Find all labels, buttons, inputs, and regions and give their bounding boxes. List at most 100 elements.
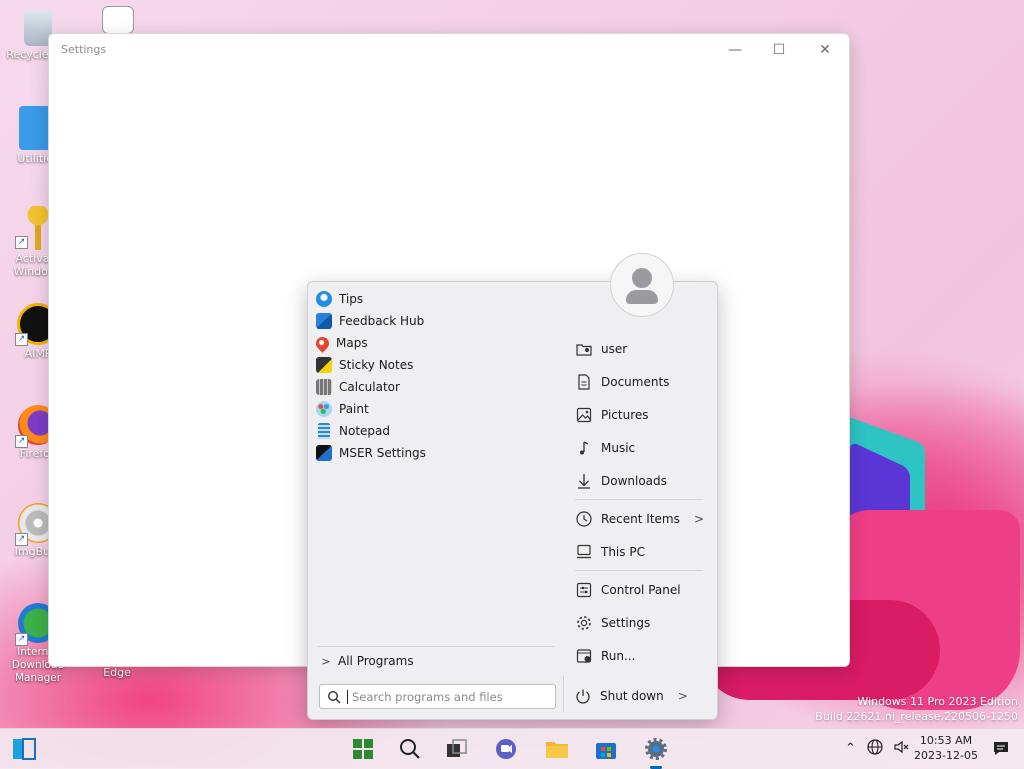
maps-icon <box>313 333 332 353</box>
program-calculator[interactable]: Calculator <box>316 376 556 398</box>
clock-icon <box>575 510 593 528</box>
right-item-label: This PC <box>601 544 645 559</box>
right-item-label: Pictures <box>601 407 649 422</box>
divider <box>575 570 703 571</box>
program-paint[interactable]: Paint <box>316 398 556 420</box>
os-watermark: Windows 11 Pro 2023 Edition Build 22621.… <box>815 694 1018 724</box>
window-title: Settings <box>61 43 107 56</box>
clock-time: 10:53 AM <box>919 734 973 747</box>
desktop-icon-label: Edge <box>103 666 131 679</box>
program-notepad[interactable]: Notepad <box>316 420 556 442</box>
right-item-settings[interactable]: Settings <box>571 606 706 639</box>
all-programs-button[interactable]: > All Programs <box>318 646 554 675</box>
right-item-label: Settings <box>601 615 651 630</box>
control-panel-icon <box>575 581 593 599</box>
right-item-pictures[interactable]: Pictures <box>571 398 706 431</box>
right-item-recent-items[interactable]: Recent Items > <box>571 502 706 535</box>
music-note-icon <box>575 439 593 457</box>
right-item-label: user <box>601 341 628 356</box>
user-avatar[interactable] <box>610 253 674 317</box>
widgets-button[interactable] <box>10 735 38 763</box>
shortcut-arrow-icon: ↗ <box>15 333 28 346</box>
right-item-downloads[interactable]: Downloads <box>571 464 706 497</box>
right-item-documents[interactable]: Documents <box>571 365 706 398</box>
feedback-hub-icon <box>316 313 332 329</box>
right-item-user[interactable]: user <box>571 332 706 365</box>
right-item-this-pc[interactable]: This PC <box>571 535 706 568</box>
store-icon <box>592 743 620 766</box>
program-label: Calculator <box>339 380 400 394</box>
task-view-icon <box>443 739 471 766</box>
search-icon <box>396 739 424 766</box>
desktop-icon-notepad-file[interactable] <box>93 6 143 36</box>
chevron-right-icon: > <box>321 654 331 668</box>
shortcut-arrow-icon: ↗ <box>15 236 28 249</box>
user-folder-icon <box>575 340 593 358</box>
notepad-file-icon <box>102 6 134 34</box>
paint-icon <box>316 401 332 417</box>
chevron-right-icon[interactable]: > <box>678 689 688 703</box>
run-icon <box>575 647 593 665</box>
user-head-shape <box>632 268 652 288</box>
chat-button[interactable] <box>492 735 520 763</box>
right-item-control-panel[interactable]: Control Panel <box>571 573 706 606</box>
program-list: Tips Feedback Hub Maps Sticky Notes Calc… <box>313 288 556 464</box>
task-view-button[interactable] <box>443 735 471 763</box>
program-feedback-hub[interactable]: Feedback Hub <box>316 310 556 332</box>
file-explorer-button[interactable] <box>543 735 571 763</box>
store-button[interactable] <box>592 735 620 763</box>
search-button[interactable] <box>396 735 424 763</box>
desktop-icon-edge[interactable]: Edge <box>82 666 152 679</box>
close-button[interactable]: ✕ <box>805 38 845 62</box>
all-programs-label: All Programs <box>338 654 414 668</box>
download-icon <box>575 472 593 490</box>
user-body-shape <box>626 290 658 304</box>
right-item-run[interactable]: Run... <box>571 639 706 672</box>
search-input[interactable]: Search programs and files <box>352 690 503 704</box>
chat-icon <box>492 739 520 766</box>
right-item-label: Run... <box>601 648 636 663</box>
shortcut-arrow-icon: ↗ <box>15 633 28 646</box>
start-right-column: user Documents Pictures Music Downloads … <box>571 332 706 672</box>
chevron-up-icon[interactable]: ⌃ <box>845 741 856 756</box>
program-label: Sticky Notes <box>339 358 414 372</box>
program-sticky-notes[interactable]: Sticky Notes <box>316 354 556 376</box>
program-maps[interactable]: Maps <box>313 332 556 354</box>
chevron-right-icon: > <box>693 511 704 526</box>
sticky-notes-icon <box>316 357 332 373</box>
program-label: Feedback Hub <box>339 314 425 328</box>
document-icon <box>575 373 593 391</box>
settings-taskbar-button[interactable] <box>642 735 670 769</box>
network-globe-icon[interactable] <box>866 738 884 760</box>
divider <box>575 499 703 500</box>
right-item-label: Music <box>601 440 636 455</box>
maximize-button[interactable]: ☐ <box>759 38 799 62</box>
start-menu[interactable]: Tips Feedback Hub Maps Sticky Notes Calc… <box>307 253 718 720</box>
program-mser-settings[interactable]: MSER Settings <box>316 442 556 464</box>
program-tips[interactable]: Tips <box>316 288 556 310</box>
minimize-button[interactable]: — <box>715 38 755 62</box>
gear-icon <box>575 614 593 632</box>
notifications-icon[interactable] <box>992 739 1010 761</box>
right-item-music[interactable]: Music <box>571 431 706 464</box>
clock[interactable]: 10:53 AM 2023-12-05 <box>912 733 980 763</box>
volume-muted-icon[interactable] <box>892 738 910 760</box>
program-label: MSER Settings <box>339 446 426 460</box>
mser-settings-icon <box>316 445 332 461</box>
shutdown-button[interactable]: Shut down > <box>575 685 688 707</box>
watermark-line: Windows 11 Pro 2023 Edition <box>857 695 1018 708</box>
divider <box>563 676 564 712</box>
search-box[interactable]: Search programs and files <box>319 684 556 709</box>
computer-icon <box>575 543 593 561</box>
start-button[interactable] <box>349 735 377 763</box>
clock-date: 2023-12-05 <box>914 749 978 762</box>
right-item-label: Downloads <box>601 473 667 488</box>
shortcut-arrow-icon: ↗ <box>15 533 28 546</box>
gear-icon <box>642 738 670 766</box>
program-label: Paint <box>339 402 369 416</box>
text-caret <box>347 689 348 704</box>
notepad-icon <box>318 423 330 439</box>
windows-logo-icon <box>349 739 377 766</box>
power-icon <box>575 688 591 704</box>
right-item-label: Recent Items <box>601 511 680 526</box>
